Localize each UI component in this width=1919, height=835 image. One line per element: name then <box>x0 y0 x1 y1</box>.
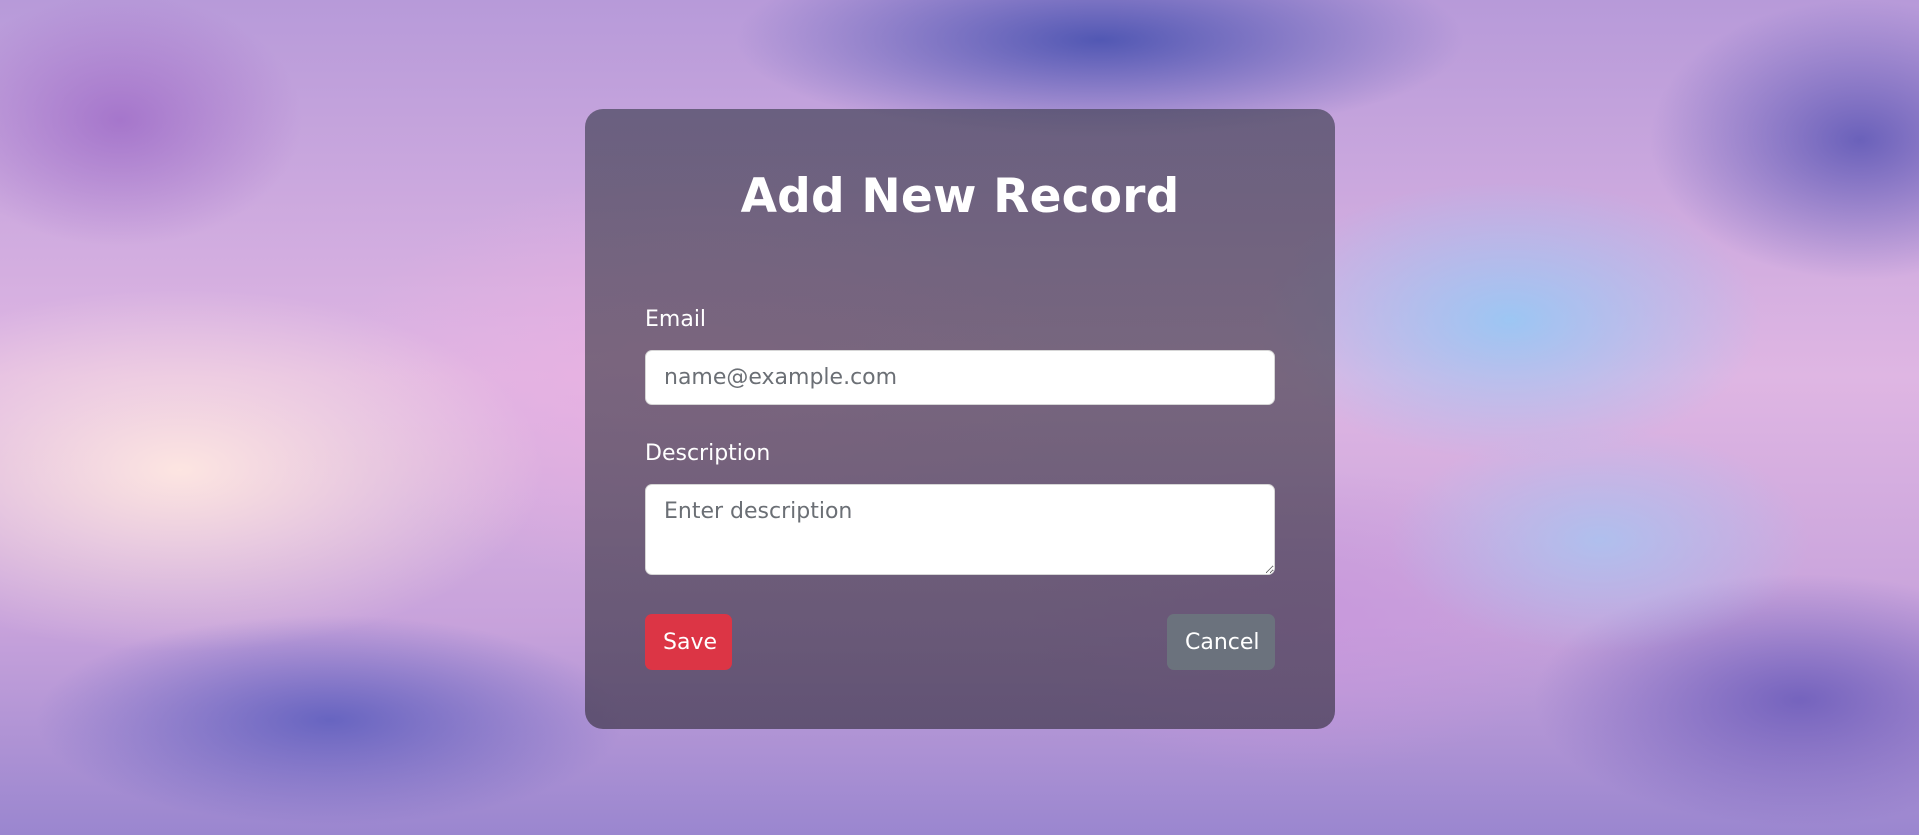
email-label: Email <box>645 307 707 332</box>
form-card: Add New Record Email Description Save Ca… <box>585 109 1335 729</box>
form-title: Add New Record <box>740 169 1180 224</box>
description-label: Description <box>645 441 771 466</box>
save-button[interactable]: Save <box>645 614 732 670</box>
email-input[interactable] <box>645 350 1275 405</box>
cancel-button[interactable]: Cancel <box>1167 614 1275 670</box>
description-textarea[interactable] <box>645 484 1275 575</box>
